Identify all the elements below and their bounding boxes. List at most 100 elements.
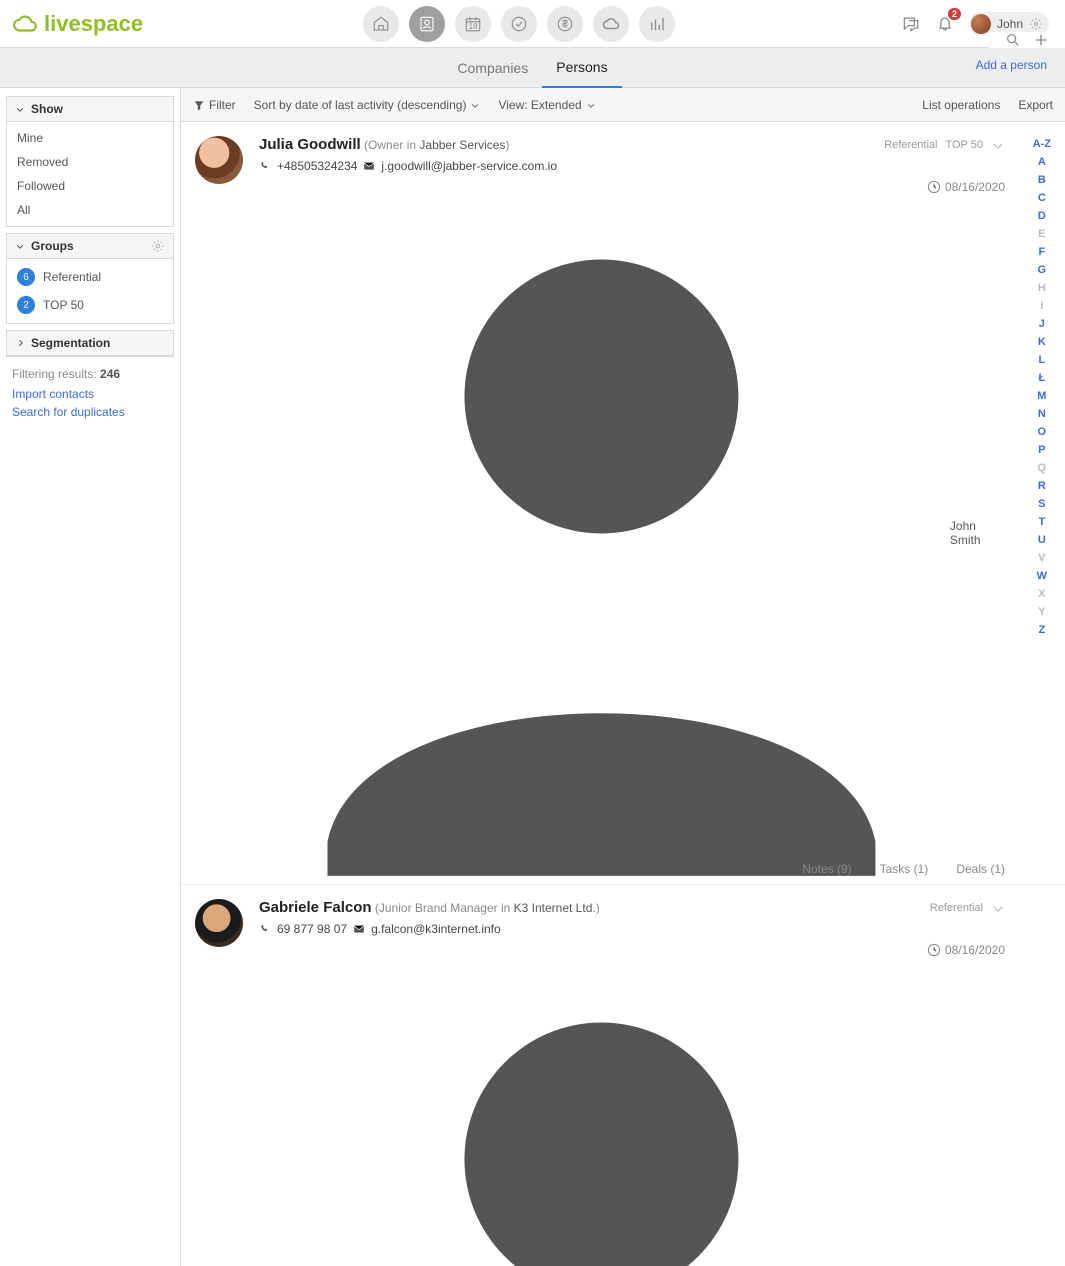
alpha-letter[interactable]: O	[1038, 426, 1047, 438]
nav-deals[interactable]	[547, 6, 583, 42]
person-email[interactable]: g.falcon@k3internet.info	[371, 922, 501, 936]
alpha-letter[interactable]: U	[1038, 534, 1046, 546]
chevron-down-icon	[470, 100, 480, 110]
sort-dropdown[interactable]: Sort by date of last activity (descendin…	[254, 98, 481, 112]
show-item[interactable]: Mine	[7, 126, 173, 150]
person-phone[interactable]: 69 877 98 07	[277, 922, 347, 936]
list-operations-button[interactable]: List operations	[922, 98, 1000, 112]
view-dropdown[interactable]: View: Extended	[498, 98, 595, 112]
notifications-button[interactable]: 2	[935, 14, 955, 34]
row-tags: Referential	[930, 901, 1005, 915]
company-link[interactable]: K3 Internet Ltd.	[514, 901, 596, 915]
alpha-letter[interactable]: G	[1038, 264, 1047, 276]
nav-tasks[interactable]	[501, 6, 537, 42]
import-contacts-link[interactable]: Import contacts	[6, 385, 174, 403]
nav-calendar[interactable]: 18	[455, 6, 491, 42]
add-person-link[interactable]: Add a person	[976, 58, 1047, 72]
panel-show-header[interactable]: Show	[7, 97, 173, 122]
alpha-letter[interactable]: F	[1038, 246, 1045, 258]
export-button[interactable]: Export	[1018, 98, 1053, 112]
tasks-count[interactable]: Tasks (1)	[880, 862, 929, 876]
person-name[interactable]: Julia Goodwill	[259, 136, 361, 153]
alpha-letter[interactable]: N	[1038, 408, 1046, 420]
person-row[interactable]: Gabriele Falcon (Junior Brand Manager in…	[181, 885, 1065, 1266]
mail-icon	[363, 160, 375, 172]
alpha-letter: V	[1038, 552, 1045, 564]
person-name[interactable]: Gabriele Falcon	[259, 899, 372, 916]
persons-list: Julia Goodwill (Owner in Jabber Services…	[181, 122, 1065, 1266]
user-icon	[259, 191, 944, 876]
person-email[interactable]: j.goodwill@jabber-service.com.io	[381, 159, 557, 173]
brand-text: livespace	[44, 11, 143, 37]
tag: Referential	[930, 902, 983, 914]
alpha-letter[interactable]: Z	[1038, 624, 1045, 636]
group-label: Referential	[43, 270, 101, 284]
chart-icon	[648, 15, 666, 33]
alpha-letter[interactable]: D	[1038, 210, 1046, 222]
phone-icon	[259, 923, 271, 935]
gear-icon[interactable]	[151, 239, 165, 253]
group-label: TOP 50	[43, 298, 84, 312]
contacts-tabs: Companies Persons Add a person	[0, 48, 1065, 88]
logo[interactable]: livespace	[12, 11, 143, 37]
deals-count[interactable]: Deals (1)	[956, 862, 1005, 876]
row-date: 08/16/2020	[927, 180, 1005, 194]
filter-count: Filtering results: 246	[6, 363, 174, 385]
alpha-letter[interactable]: Ł	[1038, 372, 1045, 384]
tab-companies[interactable]: Companies	[443, 48, 542, 88]
nav-reports[interactable]	[639, 6, 675, 42]
chevron-down-icon[interactable]	[991, 138, 1005, 152]
alpha-letter: E	[1038, 228, 1045, 240]
alpha-letter[interactable]: R	[1038, 480, 1046, 492]
chevron-down-icon	[15, 241, 25, 251]
check-icon	[510, 15, 528, 33]
panel-groups-header[interactable]: Groups	[7, 234, 173, 259]
person-row[interactable]: Julia Goodwill (Owner in Jabber Services…	[181, 122, 1065, 885]
chevron-right-icon	[15, 338, 25, 348]
nav-contacts[interactable]	[409, 6, 445, 42]
chat-button[interactable]	[901, 14, 921, 34]
user-icon	[259, 954, 944, 1266]
chevron-down-icon[interactable]	[991, 901, 1005, 915]
alpha-letter[interactable]: W	[1037, 570, 1047, 582]
alpha-letter[interactable]: C	[1038, 192, 1046, 204]
alpha-letter[interactable]: T	[1038, 516, 1045, 528]
mail-icon	[353, 923, 365, 935]
panel-show: Show MineRemovedFollowedAll	[6, 96, 174, 227]
nav-home[interactable]	[363, 6, 399, 42]
show-item[interactable]: Removed	[7, 150, 173, 174]
alpha-letter[interactable]: A	[1038, 156, 1046, 168]
company-link[interactable]: Jabber Services	[419, 138, 505, 152]
chevron-down-icon	[586, 100, 596, 110]
tab-persons[interactable]: Persons	[542, 48, 621, 88]
row-tags: ReferentialTOP 50	[884, 138, 1005, 152]
row-counts: Notes (9) Tasks (1) Deals (1)	[802, 862, 1005, 876]
contact-icon	[418, 15, 436, 33]
person-phone[interactable]: +48505324234	[277, 159, 357, 173]
search-button[interactable]	[1005, 32, 1021, 48]
alpha-letter[interactable]: S	[1038, 498, 1045, 510]
panel-show-title: Show	[31, 102, 63, 116]
show-item[interactable]: All	[7, 198, 173, 222]
alpha-letter[interactable]: M	[1037, 390, 1046, 402]
notes-count[interactable]: Notes (9)	[802, 862, 851, 876]
search-duplicates-link[interactable]: Search for duplicates	[6, 403, 174, 421]
list-toolbar: Filter Sort by date of last activity (de…	[181, 88, 1065, 122]
primary-nav: 18	[363, 6, 675, 42]
alpha-letter[interactable]: J	[1039, 318, 1045, 330]
group-item[interactable]: 2TOP 50	[7, 291, 173, 319]
show-item[interactable]: Followed	[7, 174, 173, 198]
alpha-letter[interactable]: B	[1038, 174, 1046, 186]
alpha-all[interactable]: A-Z	[1033, 138, 1051, 150]
alpha-letter[interactable]: K	[1038, 336, 1046, 348]
home-icon	[372, 15, 390, 33]
panel-segmentation-header[interactable]: Segmentation	[7, 331, 173, 356]
nav-cloud[interactable]	[593, 6, 629, 42]
alpha-letter[interactable]: L	[1038, 354, 1045, 366]
alpha-letter[interactable]: P	[1038, 444, 1045, 456]
add-button[interactable]	[1033, 32, 1049, 48]
tag: Referential	[884, 139, 937, 151]
group-item[interactable]: 6Referential	[7, 263, 173, 291]
panel-groups-title: Groups	[31, 239, 74, 253]
filter-button[interactable]: Filter	[193, 98, 236, 112]
